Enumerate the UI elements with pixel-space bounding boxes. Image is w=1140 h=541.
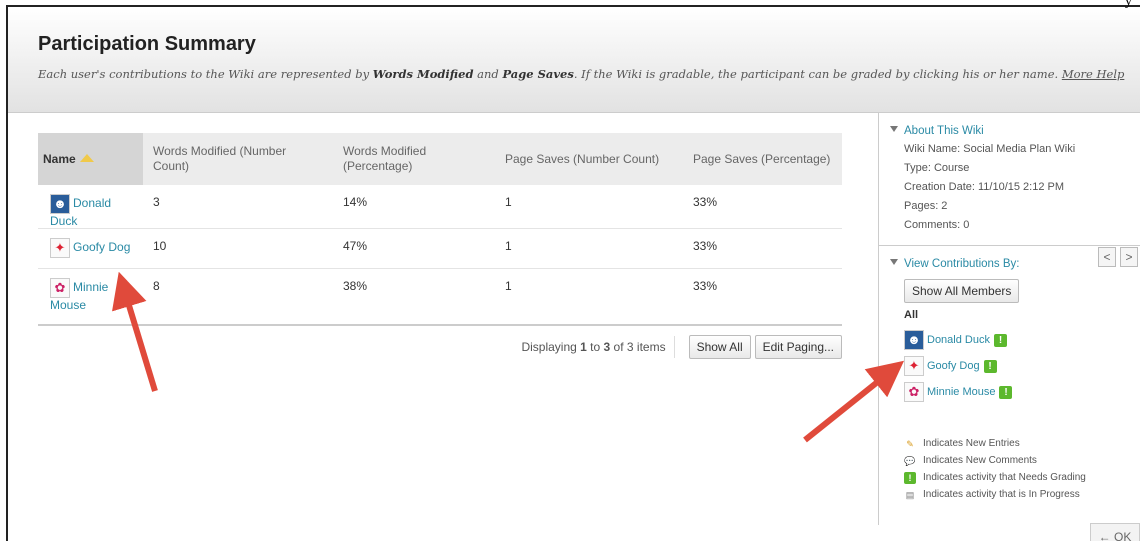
about-wiki-section: About This Wiki Wiki Name: Social Media … (879, 113, 1140, 245)
new-comments-icon: 💬 (904, 455, 916, 466)
contributions-pager: < > (1094, 247, 1138, 267)
show-all-button[interactable]: Show All (688, 335, 751, 359)
paging-from: 1 (580, 340, 587, 354)
paging-status: Displaying 1 to 3 of 3 items (521, 336, 675, 358)
wiki-creation-date: Creation Date: 11/10/15 2:12 PM (904, 181, 1065, 193)
about-wiki-toggle[interactable]: About This Wiki (890, 125, 1130, 137)
words-pct-cell: 47% (333, 228, 495, 269)
name-cell: ✦ Goofy Dog (38, 228, 143, 269)
description-bold: Page Saves (502, 67, 574, 81)
description-bold: Words Modified (372, 67, 474, 81)
previous-arrow-button[interactable]: < (1098, 247, 1116, 267)
page-description: Each user's contributions to the Wiki ar… (38, 65, 1133, 84)
words-pct-cell: 38% (333, 268, 495, 326)
participation-table-area: Name Words Modified (Number Count) Words… (38, 133, 842, 359)
minnie-avatar: ✿ (904, 382, 924, 402)
minnie-avatar: ✿ (50, 278, 70, 298)
saves-count-cell: 1 (495, 185, 683, 229)
saves-pct-cell: 33% (683, 268, 842, 326)
donald-avatar: ☻ (50, 194, 70, 214)
legend-row: ! Indicates activity that Needs Grading (904, 469, 1130, 486)
words-pct-cell: 14% (333, 185, 495, 229)
needs-grading-icon: ! (993, 333, 1007, 347)
saves-pct-cell: 33% (683, 185, 842, 229)
paging-text: to (586, 340, 604, 354)
contributions-title: View Contributions By: (904, 258, 1020, 270)
show-all-members-button[interactable]: Show All Members (904, 279, 1020, 303)
sort-ascending-icon (79, 153, 94, 162)
contributions-section: View Contributions By: Show All Members … (879, 245, 1140, 513)
edit-paging-button[interactable]: Edit Paging... (754, 335, 842, 359)
needs-grading-icon: ! (983, 359, 997, 373)
column-header-saves-pct: Page Saves (Percentage) (683, 133, 842, 185)
legend-text: Indicates New Entries (923, 438, 1020, 449)
column-header-name[interactable]: Name (38, 133, 143, 185)
more-help-link[interactable]: More Help (1062, 67, 1125, 81)
goofy-avatar: ✦ (904, 356, 924, 376)
words-count-cell: 8 (143, 268, 333, 326)
user-link-goofy-dog[interactable]: Goofy Dog (73, 240, 130, 254)
all-members-label: All (904, 309, 919, 321)
legend-row: ▤ Indicates activity that is In Progress (904, 486, 1130, 503)
column-header-words-pct: Words Modified (Percentage) (333, 133, 495, 185)
page-title: Participation Summary (38, 33, 256, 55)
member-name: Minnie Mouse (927, 386, 996, 398)
description-text: and (473, 67, 503, 81)
member-donald-duck[interactable]: ☻ Donald Duck! (904, 327, 1130, 353)
words-count-cell: 3 (143, 185, 333, 229)
collapse-triangle-icon (890, 126, 898, 132)
collapse-triangle-icon (890, 259, 898, 265)
corner-text: y (1125, 0, 1132, 9)
table-row: ☻ Donald Duck 3 14% 1 33% (38, 185, 842, 229)
donald-avatar: ☻ (904, 330, 924, 350)
needs-grading-icon: ! (904, 471, 916, 484)
ok-button[interactable]: ← OK (1090, 523, 1140, 541)
goofy-avatar: ✦ (50, 238, 70, 258)
member-goofy-dog[interactable]: ✦ Goofy Dog! (904, 353, 1130, 379)
column-header-saves-count: Page Saves (Number Count) (495, 133, 683, 185)
next-arrow-button[interactable]: > (1120, 247, 1138, 267)
about-wiki-title: About This Wiki (904, 125, 984, 137)
description-text: . If the Wiki is gradable, the participa… (573, 67, 1062, 81)
wiki-name: Wiki Name: Social Media Plan Wiki (904, 143, 1076, 155)
legend-row: 💬 Indicates New Comments (904, 452, 1130, 469)
legend-row: ✎ Indicates New Entries (904, 435, 1130, 452)
needs-grading-icon: ! (999, 385, 1013, 399)
description-text: Each user's contributions to the Wiki ar… (38, 67, 373, 81)
legend-text: Indicates activity that Needs Grading (923, 472, 1086, 483)
legend-text: Indicates New Comments (923, 455, 1037, 466)
in-progress-icon: ▤ (905, 489, 915, 500)
page-frame: Participation Summary Each user's contri… (6, 5, 1140, 541)
member-name: Donald Duck (927, 334, 990, 346)
paging-text: of 3 items (610, 340, 666, 354)
table-row: ✦ Goofy Dog 10 47% 1 33% (38, 228, 842, 269)
paging-text: Displaying (521, 340, 581, 354)
wiki-comments: Comments: 0 (904, 219, 970, 231)
icon-legend: ✎ Indicates New Entries 💬 Indicates New Co… (904, 435, 1130, 503)
column-header-label: Name (43, 151, 76, 166)
name-cell: ✿ Minnie Mouse (38, 268, 143, 326)
saves-count-cell: 1 (495, 268, 683, 326)
sidebar: About This Wiki Wiki Name: Social Media … (878, 113, 1140, 525)
saves-count-cell: 1 (495, 228, 683, 269)
column-header-words-count: Words Modified (Number Count) (143, 133, 333, 185)
legend-text: Indicates activity that is In Progress (923, 489, 1080, 500)
name-cell: ☻ Donald Duck (38, 185, 143, 229)
wiki-pages: Pages: 2 (904, 200, 948, 212)
member-minnie-mouse[interactable]: ✿ Minnie Mouse! (904, 379, 1130, 405)
wiki-type: Type: Course (904, 162, 970, 174)
member-name: Goofy Dog (927, 360, 980, 372)
paging-bar: Displaying 1 to 3 of 3 items Show All Ed… (521, 335, 842, 359)
participation-table: Name Words Modified (Number Count) Words… (38, 133, 842, 326)
page-header: Participation Summary Each user's contri… (8, 7, 1140, 113)
saves-pct-cell: 33% (683, 228, 842, 269)
words-count-cell: 10 (143, 228, 333, 269)
new-entries-icon: ✎ (906, 438, 914, 449)
table-row: ✿ Minnie Mouse 8 38% 1 33% (38, 268, 842, 326)
